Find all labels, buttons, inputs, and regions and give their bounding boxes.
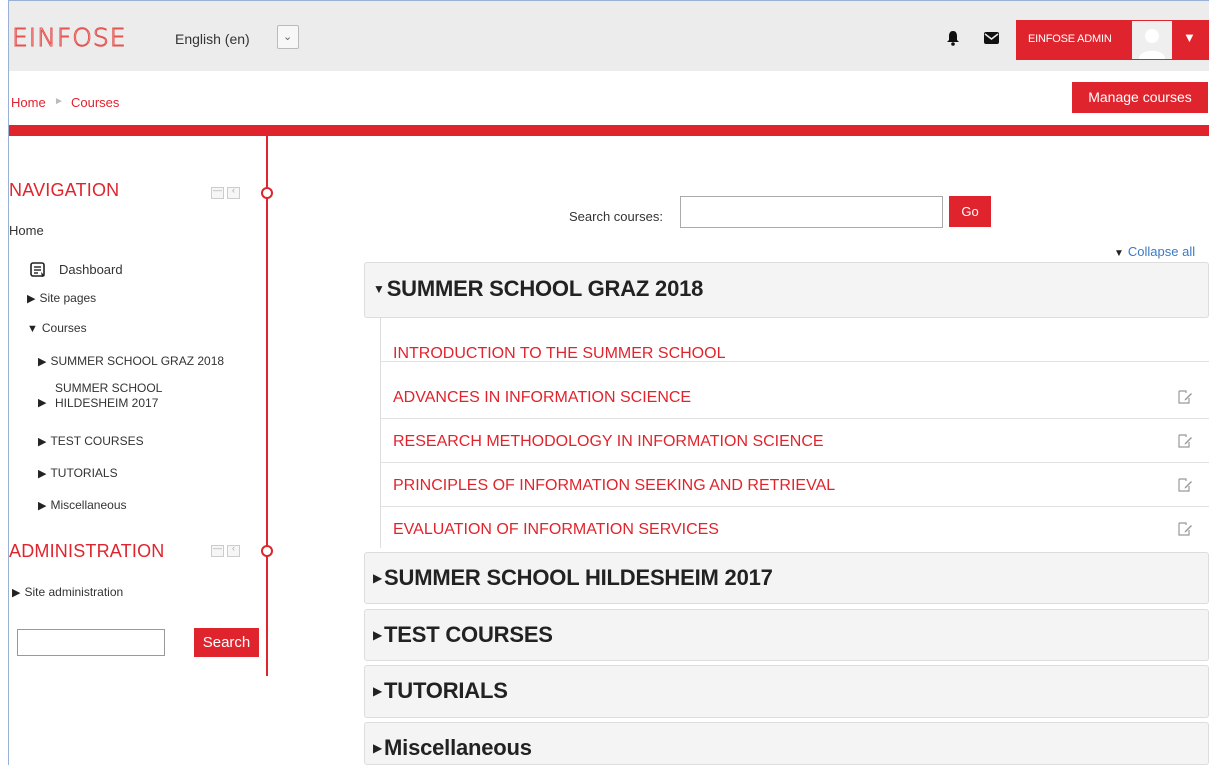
nav-site-administration-label: Site administration [24, 585, 124, 599]
move-block-icon[interactable]: ‹ [227, 185, 240, 199]
collapse-arrow-icon: ▼ [373, 282, 385, 296]
dock-block-icon[interactable]: — [211, 185, 224, 199]
avatar [1132, 21, 1172, 59]
expand-arrow-icon: ▶ [12, 587, 21, 599]
nav-miscellaneous-label: Miscellaneous [50, 498, 127, 512]
collapse-all-label: Collapse all [1127, 244, 1196, 259]
summary-icon[interactable] [1177, 433, 1193, 449]
course-link[interactable]: PRINCIPLES OF INFORMATION SEEKING AND RE… [393, 477, 835, 495]
nav-dashboard[interactable]: Dashboard [59, 262, 123, 277]
course-link[interactable]: EVALUATION OF INFORMATION SERVICES [393, 521, 719, 539]
collapse-arrow-icon: ▼ [1114, 248, 1124, 259]
go-button[interactable]: Go [949, 196, 991, 227]
dock-block-icon[interactable]: — [211, 543, 224, 557]
expand-arrow-icon: ▶ [38, 468, 47, 480]
course-row: EVALUATION OF INFORMATION SERVICES [381, 507, 1209, 551]
expand-arrow-icon: ▶ [373, 628, 383, 642]
summary-icon[interactable] [1177, 477, 1193, 493]
header-divider [9, 125, 1209, 136]
nav-courses[interactable]: ▼ Courses [27, 321, 87, 335]
breadcrumb-home[interactable]: Home [11, 95, 46, 110]
course-link[interactable]: INTRODUCTION TO THE SUMMER SCHOOL [393, 345, 725, 363]
expand-arrow-icon: ▶ [38, 356, 47, 368]
summary-icon[interactable] [1177, 389, 1193, 405]
category-header-test-courses[interactable]: ▶TEST COURSES [364, 609, 1209, 661]
timeline-node [261, 545, 273, 557]
category-title-label: SUMMER SCHOOL HILDESHEIM 2017 [384, 565, 773, 590]
nav-site-pages[interactable]: ▶ Site pages [27, 291, 96, 305]
course-row: RESEARCH METHODOLOGY IN INFORMATION SCIE… [381, 419, 1209, 463]
user-menu[interactable]: EINFOSE ADMIN ▼ [1016, 20, 1209, 60]
expand-arrow-icon: ▶ [373, 684, 383, 698]
nav-course-graz-label: SUMMER SCHOOL GRAZ 2018 [50, 354, 225, 368]
course-row: INTRODUCTION TO THE SUMMER SCHOOL [381, 318, 1209, 362]
sidebar-timeline [266, 136, 268, 676]
timeline-node [261, 187, 273, 199]
nav-course-hildesheim-line2[interactable]: HILDESHEIM 2017 [55, 396, 158, 410]
category-title: ▶TUTORIALS [373, 678, 508, 704]
nav-tutorials[interactable]: ▶ TUTORIALS [38, 466, 118, 480]
expand-arrow-icon: ▶ [373, 741, 383, 755]
summary-icon[interactable] [1177, 521, 1193, 537]
collapse-all-link[interactable]: ▼ Collapse all [1114, 244, 1195, 259]
chevron-down-icon: ⌄ [283, 31, 293, 43]
category-title: ▶SUMMER SCHOOL HILDESHEIM 2017 [373, 565, 773, 591]
manage-courses-button[interactable]: Manage courses [1072, 82, 1208, 113]
category-title-label: TUTORIALS [384, 678, 508, 703]
nav-test-courses-label: TEST COURSES [50, 434, 144, 448]
course-link[interactable]: RESEARCH METHODOLOGY IN INFORMATION SCIE… [393, 433, 824, 451]
course-row: ADVANCES IN INFORMATION SCIENCE [381, 375, 1209, 419]
user-name: EINFOSE ADMIN [1028, 33, 1112, 45]
category-title: ▶TEST COURSES [373, 622, 553, 648]
bell-icon[interactable] [946, 30, 960, 46]
breadcrumb-courses[interactable]: Courses [71, 95, 119, 110]
nav-test-courses[interactable]: ▶ TEST COURSES [38, 434, 144, 448]
navigation-block-title: NAVIGATION [9, 180, 120, 200]
expand-arrow-icon: ▶ [38, 436, 47, 448]
category-header-hildesheim[interactable]: ▶SUMMER SCHOOL HILDESHEIM 2017 [364, 552, 1209, 604]
sidebar-search-input[interactable] [17, 629, 165, 656]
nav-courses-label: Courses [41, 321, 87, 335]
nav-course-hildesheim[interactable]: ▶ [38, 386, 50, 409]
site-logo[interactable]: EINFOSE [12, 23, 127, 53]
top-navbar: EINFOSE English (en) ⌄ EINFOSE ADMIN ▼ [9, 1, 1209, 71]
collapse-arrow-icon: ▼ [27, 323, 38, 335]
course-link[interactable]: ADVANCES IN INFORMATION SCIENCE [393, 389, 691, 407]
category-title-label: Miscellaneous [384, 735, 532, 760]
nav-course-graz[interactable]: ▶ SUMMER SCHOOL GRAZ 2018 [38, 354, 224, 368]
language-dropdown[interactable]: ⌄ [277, 25, 299, 49]
category-header-graz[interactable]: ▼SUMMER SCHOOL GRAZ 2018 [364, 262, 1209, 318]
move-block-icon[interactable]: ‹ [227, 543, 240, 557]
sidebar-search-button[interactable]: Search [194, 628, 259, 657]
category-title: ▼SUMMER SCHOOL GRAZ 2018 [373, 276, 703, 302]
nav-home[interactable]: Home [9, 223, 44, 238]
nav-course-hildesheim-line1[interactable]: SUMMER SCHOOL [55, 381, 162, 395]
expand-arrow-icon: ▶ [38, 397, 47, 409]
search-courses-label: Search courses: [569, 209, 663, 224]
caret-down-icon: ▼ [1183, 30, 1196, 45]
course-row: PRINCIPLES OF INFORMATION SEEKING AND RE… [381, 463, 1209, 507]
category-header-tutorials[interactable]: ▶TUTORIALS [364, 665, 1209, 718]
category-title: ▶Miscellaneous [373, 735, 532, 761]
expand-arrow-icon: ▶ [38, 500, 47, 512]
category-title-label: TEST COURSES [384, 622, 553, 647]
expand-arrow-icon: ▶ [373, 571, 383, 585]
language-label[interactable]: English (en) [175, 31, 250, 47]
nav-miscellaneous[interactable]: ▶ Miscellaneous [38, 498, 127, 512]
expand-arrow-icon: ▶ [27, 293, 36, 305]
administration-block-title: ADMINISTRATION [9, 541, 165, 561]
mail-icon[interactable] [984, 32, 999, 44]
breadcrumb: Home ► Courses Manage courses [9, 71, 1209, 125]
nav-site-pages-label: Site pages [39, 291, 97, 305]
breadcrumb-separator-icon: ► [54, 96, 64, 107]
nav-site-administration[interactable]: ▶ Site administration [12, 585, 123, 599]
dashboard-icon [30, 262, 45, 277]
search-courses-input[interactable] [680, 196, 943, 228]
nav-tutorials-label: TUTORIALS [50, 466, 118, 480]
course-list: INTRODUCTION TO THE SUMMER SCHOOL ADVANC… [380, 318, 1209, 548]
category-title-label: SUMMER SCHOOL GRAZ 2018 [386, 276, 704, 301]
category-header-miscellaneous[interactable]: ▶Miscellaneous [364, 722, 1209, 765]
